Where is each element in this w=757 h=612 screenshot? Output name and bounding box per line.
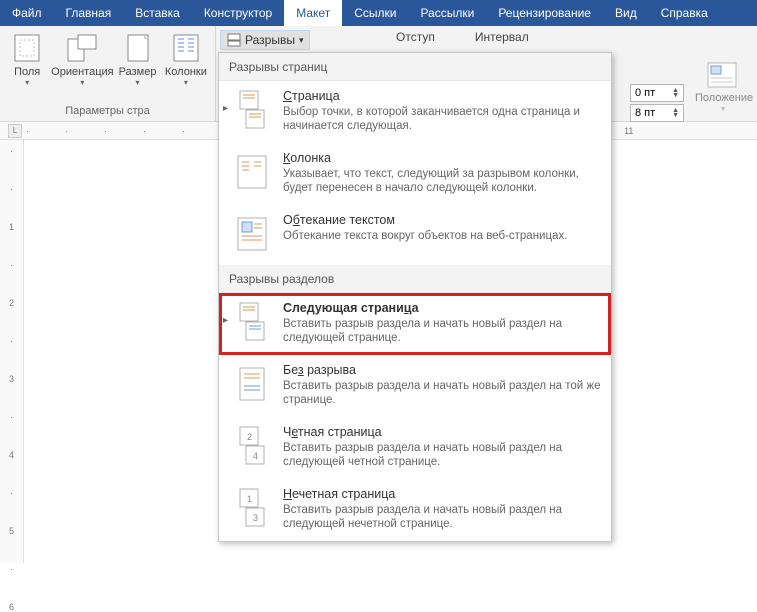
svg-text:1: 1	[247, 494, 252, 504]
break-even-page[interactable]: 24 Четная страница Вставить разрыв разде…	[219, 417, 611, 479]
tab-home[interactable]: Главная	[54, 0, 124, 26]
position-icon	[707, 62, 739, 90]
svg-text:3: 3	[253, 513, 258, 523]
menu-item-desc: Вставить разрыв раздела и начать новый р…	[283, 441, 601, 469]
tab-layout[interactable]: Макет	[284, 0, 342, 26]
tab-design[interactable]: Конструктор	[192, 0, 284, 26]
spinner-arrows-icon: ▲▼	[672, 88, 679, 98]
menu-item-title: Без разрыва	[283, 363, 601, 377]
svg-text:4: 4	[253, 451, 258, 461]
breaks-button[interactable]: Разрывы ▾	[220, 30, 310, 50]
break-page[interactable]: ▸ Страница Выбор точки, в которой заканч…	[219, 81, 611, 143]
chevron-down-icon: ▾	[184, 78, 188, 87]
menu-item-desc: Вставить разрыв раздела и начать новый р…	[283, 503, 601, 531]
tab-mailings[interactable]: Рассылки	[408, 0, 486, 26]
size-button[interactable]: Размер ▾	[116, 30, 158, 87]
tab-review[interactable]: Рецензирование	[486, 0, 603, 26]
break-column[interactable]: Колонка Указывает, что текст, следующий …	[219, 143, 611, 205]
next-page-break-icon: ▸	[233, 301, 271, 343]
spacing-before-input[interactable]: 0 пт ▲▼	[630, 84, 684, 102]
break-continuous[interactable]: Без разрыва Вставить разрыв раздела и на…	[219, 355, 611, 417]
margins-button[interactable]: Поля ▾	[6, 30, 48, 87]
tab-references[interactable]: Ссылки	[342, 0, 408, 26]
text-wrap-break-icon	[233, 213, 271, 255]
menu-item-desc: Обтекание текста вокруг объектов на веб-…	[283, 229, 567, 243]
spacing-after-input[interactable]: 8 пт ▲▼	[630, 104, 684, 122]
tab-view[interactable]: Вид	[603, 0, 649, 26]
menu-item-desc: Вставить разрыв раздела и начать новый р…	[283, 317, 601, 345]
margins-icon	[11, 32, 43, 64]
svg-text:2: 2	[247, 432, 252, 442]
menu-item-desc: Вставить разрыв раздела и начать новый р…	[283, 379, 601, 407]
spinner-arrows-icon: ▲▼	[672, 108, 679, 118]
group-label-page-setup: Параметры стра	[6, 105, 209, 119]
dropdown-section-section-breaks: Разрывы разделов	[219, 265, 611, 293]
breaks-icon	[227, 33, 241, 47]
tab-file[interactable]: Файл	[0, 0, 54, 26]
odd-page-break-icon: 13	[233, 487, 271, 529]
columns-button[interactable]: Колонки ▾	[163, 30, 209, 87]
menu-item-desc: Выбор точки, в которой заканчивается одн…	[283, 105, 601, 133]
tab-selector[interactable]: L	[8, 124, 22, 138]
menu-item-title: Следующая страница	[283, 301, 601, 315]
even-page-break-icon: 24	[233, 425, 271, 467]
menu-item-title: Нечетная страница	[283, 487, 601, 501]
menu-item-desc: Указывает, что текст, следующий за разры…	[283, 167, 601, 195]
chevron-down-icon: ▾	[299, 35, 304, 46]
break-next-page[interactable]: ▸ Следующая страница Вставить разрыв раз…	[219, 293, 611, 355]
menu-item-title: Четная страница	[283, 425, 601, 439]
breaks-dropdown: Разрывы страниц ▸ Страница Выбор точки, …	[218, 52, 612, 542]
break-odd-page[interactable]: 13 Нечетная страница Вставить разрыв раз…	[219, 479, 611, 541]
orientation-icon	[66, 32, 98, 64]
column-break-icon	[233, 151, 271, 193]
menu-item-title: Обтекание текстом	[283, 213, 567, 227]
break-text-wrapping[interactable]: Обтекание текстом Обтекание текста вокру…	[219, 205, 611, 265]
dropdown-section-page-breaks: Разрывы страниц	[219, 53, 611, 81]
indent-label: Отступ	[396, 30, 435, 44]
menu-item-title: Страница	[283, 89, 601, 103]
vertical-ruler: ··1·2·3·4·5·6	[0, 140, 24, 563]
page-break-icon: ▸	[233, 89, 271, 131]
columns-icon	[170, 32, 202, 64]
indent-interval-labels: Отступ Интервал	[396, 30, 529, 44]
continuous-break-icon	[233, 363, 271, 405]
orientation-button[interactable]: Ориентация ▾	[52, 30, 112, 87]
tab-help[interactable]: Справка	[649, 0, 720, 26]
chevron-down-icon: ▾	[136, 78, 140, 87]
chevron-down-icon: ▾	[695, 104, 751, 113]
interval-label: Интервал	[475, 30, 529, 44]
position-button[interactable]: Положение ▾	[695, 62, 751, 113]
chevron-down-icon: ▾	[80, 78, 84, 87]
tab-insert[interactable]: Вставка	[123, 0, 192, 26]
ribbon-tabs: Файл Главная Вставка Конструктор Макет С…	[0, 0, 757, 26]
size-icon	[122, 32, 154, 64]
menu-item-title: Колонка	[283, 151, 601, 165]
chevron-down-icon: ▾	[25, 78, 29, 87]
